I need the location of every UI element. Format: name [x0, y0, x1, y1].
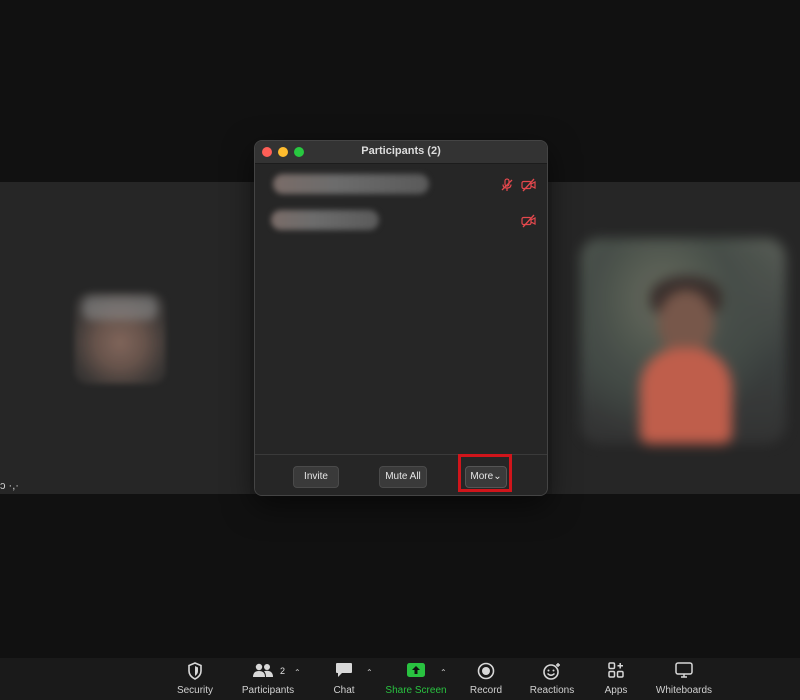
meeting-toolbar: Security 2 ⌃ Participants ⌃ Chat ⌃ Share… — [0, 658, 800, 700]
participants-window: Participants (2) Invite Mute All More⌄ — [254, 140, 548, 496]
whiteboard-icon — [675, 662, 693, 678]
blurred-participant-name — [273, 174, 429, 194]
blurred-participant-name — [271, 210, 379, 230]
apps-label: Apps — [604, 685, 628, 696]
people-icon — [253, 663, 273, 677]
share-screen-icon — [407, 663, 425, 677]
invite-button[interactable]: Invite — [293, 466, 339, 488]
participant-row[interactable] — [255, 168, 547, 198]
whiteboards-label: Whiteboards — [655, 685, 713, 696]
video-off-icon[interactable] — [521, 214, 537, 228]
chat-button[interactable]: ⌃ Chat — [326, 658, 373, 700]
apps-button[interactable]: Apps — [598, 658, 634, 700]
record-button[interactable]: Record — [464, 658, 508, 700]
video-off-icon[interactable] — [521, 178, 537, 192]
participants-label: Participants — [241, 685, 295, 696]
chat-caret-icon[interactable]: ⌃ — [366, 668, 373, 677]
blurred-participant-video — [580, 238, 786, 444]
share-screen-caret-icon[interactable]: ⌃ — [440, 668, 447, 677]
participants-button[interactable]: 2 ⌃ Participants — [236, 658, 301, 700]
chat-bubble-icon — [336, 663, 352, 677]
participants-count-badge: 2 — [280, 666, 286, 676]
reactions-button[interactable]: Reactions — [526, 658, 578, 700]
apps-grid-icon — [608, 662, 624, 678]
security-label: Security — [176, 685, 214, 696]
smiley-add-icon — [543, 663, 560, 680]
window-title: Participants (2) — [361, 145, 441, 157]
tile-name-label: ɔ ·,· — [0, 480, 19, 492]
share-screen-label: Share Screen — [385, 685, 447, 696]
mute-all-button[interactable]: Mute All — [379, 466, 427, 488]
participants-caret-icon[interactable]: ⌃ — [294, 668, 301, 677]
record-label: Record — [469, 685, 503, 696]
chat-label: Chat — [333, 685, 355, 696]
mic-muted-icon[interactable] — [500, 178, 514, 192]
window-titlebar[interactable]: Participants (2) — [255, 141, 547, 164]
record-icon — [477, 662, 495, 680]
blurred-participant-thumbnail — [74, 292, 166, 384]
participant-list — [255, 164, 547, 454]
reactions-label: Reactions — [529, 685, 575, 696]
whiteboards-button[interactable]: Whiteboards — [652, 658, 716, 700]
share-screen-button[interactable]: ⌃ Share Screen — [382, 658, 450, 700]
highlight-box — [458, 454, 512, 492]
shield-icon — [188, 662, 202, 680]
participant-row[interactable] — [255, 204, 547, 234]
security-button[interactable]: Security — [170, 658, 220, 700]
